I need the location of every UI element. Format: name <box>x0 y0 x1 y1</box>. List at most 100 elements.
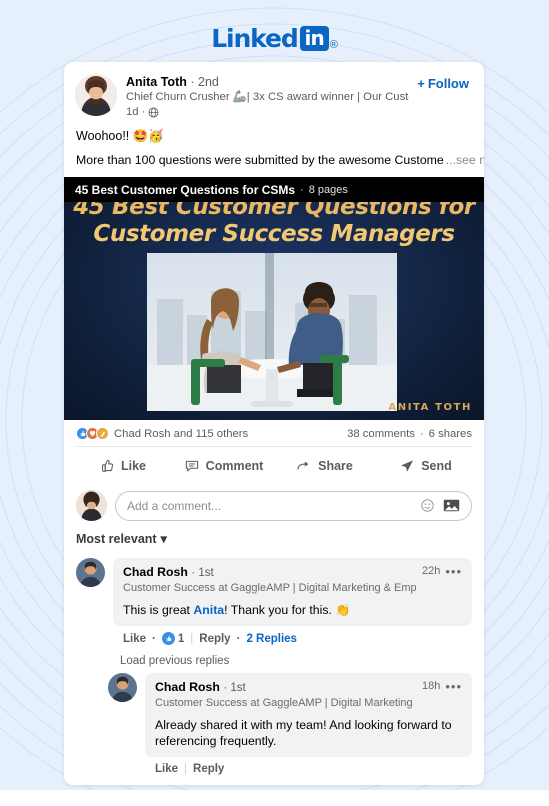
author-degree: · 2nd <box>190 75 219 89</box>
logo-in-badge: in <box>299 26 329 51</box>
load-previous-replies-button[interactable]: Load previous replies <box>64 645 484 669</box>
current-user-avatar[interactable] <box>76 490 107 521</box>
reactions-summary[interactable]: Chad Rosh and 115 others <box>76 427 248 440</box>
linkedin-post-card: Anita Toth · 2nd Chief Churn Crusher 🦾| … <box>64 62 484 785</box>
comment-reply-button[interactable]: Reply <box>199 633 230 645</box>
follow-plus-icon: + <box>417 76 425 91</box>
commenter-avatar[interactable] <box>76 558 105 587</box>
post-action-bar: Like Comment Share Send <box>64 447 484 486</box>
comment-composer: Add a comment... <box>64 486 484 529</box>
carousel-slide: 45 Best Customer Questions for Customer … <box>64 177 484 420</box>
comment-bubble: Chad Rosh · 1st Customer Success at Gagg… <box>145 673 472 757</box>
comment-item: Chad Rosh · 1st Customer Success at Gagg… <box>64 669 484 775</box>
comment-sort-row[interactable]: Most relevant ▾ <box>64 529 484 554</box>
commenter-avatar-image <box>76 558 105 587</box>
comment-meta: 22h ••• <box>416 565 462 578</box>
comment-replies-link[interactable]: 2 Replies <box>246 633 297 645</box>
comments-count[interactable]: 38 comments <box>347 428 415 440</box>
author-name-row: Anita Toth · 2nd <box>126 75 409 89</box>
comment-actions: Like · 1 | Reply · 2 Replies <box>113 626 472 645</box>
comment-like-count: 1 <box>177 632 185 645</box>
reactions-text: Chad Rosh and 115 others <box>114 427 249 440</box>
comment-text-after: ! Thank you for this. 👏 <box>224 603 351 617</box>
commenter-name[interactable]: Chad Rosh <box>123 565 188 579</box>
comment-text-before: This is great <box>123 603 194 617</box>
comment-button[interactable]: Comment <box>173 453 274 479</box>
post-more-text: More than 100 questions were submitted b… <box>76 153 444 167</box>
linkedin-logo: Linked in ® <box>0 26 549 51</box>
post-timestamp: 1d <box>126 106 139 118</box>
commenter-avatar[interactable] <box>108 673 137 702</box>
share-arrow-icon <box>297 461 309 470</box>
like-button[interactable]: Like <box>72 453 173 479</box>
comment-action-divider: | <box>190 632 194 645</box>
commenter-degree: · 1st <box>191 567 214 579</box>
comment-header: Chad Rosh · 1st Customer Success at Gagg… <box>123 565 462 595</box>
current-user-avatar-image <box>76 490 107 521</box>
comment-options-icon[interactable]: ••• <box>445 680 462 693</box>
author-avatar[interactable] <box>75 74 117 116</box>
commenter-degree: · 1st <box>223 682 246 694</box>
slide-headline-2: Customer Success Managers <box>93 221 455 247</box>
comment-replies-separator: · <box>236 632 241 645</box>
document-title: 45 Best Customer Questions for CSMs <box>75 182 296 197</box>
emoji-smiley-icon[interactable] <box>420 498 435 513</box>
image-icon[interactable] <box>443 498 460 513</box>
reaction-icon-group <box>76 427 109 440</box>
follow-button[interactable]: + Follow <box>409 74 473 119</box>
author-headline: Chief Churn Crusher 🦾| 3x CS award winne… <box>126 91 409 103</box>
comment-bubble: Chad Rosh · 1st Customer Success at Gagg… <box>113 558 472 626</box>
follow-label: Follow <box>427 76 469 91</box>
slide-photo <box>147 253 397 411</box>
slide-brand-mark: ANITA TOTH <box>388 402 472 413</box>
commenter-name-row: Chad Rosh · 1st <box>123 565 416 581</box>
comment-timestamp: 18h <box>421 680 441 692</box>
comments-shares-counts[interactable]: 38 comments · 6 shares <box>347 428 472 440</box>
logo-registered-dot: ® <box>329 39 338 51</box>
like-button-label: Like <box>120 459 146 473</box>
comment-like-count-badge[interactable]: 1 <box>161 632 185 645</box>
document-page-count: 8 pages <box>308 183 348 196</box>
card-bottom-spacer <box>64 775 484 785</box>
chevron-down-icon[interactable]: ▾ <box>161 531 167 546</box>
comment-meta: 18h ••• <box>416 680 462 693</box>
document-title-bar: 45 Best Customer Questions for CSMs · 8 … <box>64 177 484 202</box>
paper-plane-icon <box>401 460 414 472</box>
counts-separator: · <box>419 427 424 440</box>
comment-like-button[interactable]: Like <box>155 763 178 775</box>
commenter-headline: Customer Success at GaggleAMP | Digital … <box>155 697 416 709</box>
comment-header: Chad Rosh · 1st Customer Success at Gagg… <box>155 680 462 710</box>
sort-label[interactable]: Most relevant <box>76 532 157 546</box>
commenter-identity: Chad Rosh · 1st Customer Success at Gagg… <box>123 565 416 595</box>
comment-item: Chad Rosh · 1st Customer Success at Gagg… <box>64 554 484 645</box>
author-name[interactable]: Anita Toth <box>126 75 187 89</box>
author-info: Anita Toth · 2nd Chief Churn Crusher 🦾| … <box>117 74 409 119</box>
time-separator: · <box>141 106 146 118</box>
slide-photo-image <box>147 253 397 411</box>
author-avatar-image <box>75 74 117 116</box>
shares-count[interactable]: 6 shares <box>429 428 472 440</box>
see-more-link[interactable]: ...see more <box>446 152 484 168</box>
thumbs-up-icon <box>102 459 114 472</box>
comment-body: Chad Rosh · 1st Customer Success at Gagg… <box>113 558 472 645</box>
social-counts-row: Chad Rosh and 115 others 38 comments · 6… <box>64 420 484 446</box>
celebrate-icon <box>96 427 109 440</box>
comment-reply-button[interactable]: Reply <box>193 763 224 775</box>
comment-body: Chad Rosh · 1st Customer Success at Gagg… <box>145 673 472 775</box>
comment-text: This is great Anita! Thank you for this.… <box>123 602 462 618</box>
commenter-name[interactable]: Chad Rosh <box>155 680 220 694</box>
comment-action-divider: | <box>184 763 188 775</box>
comment-like-button[interactable]: Like <box>123 633 146 645</box>
share-button[interactable]: Share <box>274 453 375 479</box>
document-carousel[interactable]: 45 Best Customer Questions for Customer … <box>64 177 484 420</box>
commenter-avatar-image <box>108 673 137 702</box>
comment-mention[interactable]: Anita <box>193 603 224 617</box>
document-separator: · <box>300 183 304 196</box>
share-button-label: Share <box>318 459 353 473</box>
comment-input-box[interactable]: Add a comment... <box>115 490 472 521</box>
send-button[interactable]: Send <box>375 453 476 479</box>
comment-input[interactable]: Add a comment... <box>127 499 412 513</box>
comment-like-separator: · <box>152 632 156 645</box>
comment-text: Already shared it with my team! And look… <box>155 718 452 748</box>
comment-options-icon[interactable]: ••• <box>445 565 462 578</box>
